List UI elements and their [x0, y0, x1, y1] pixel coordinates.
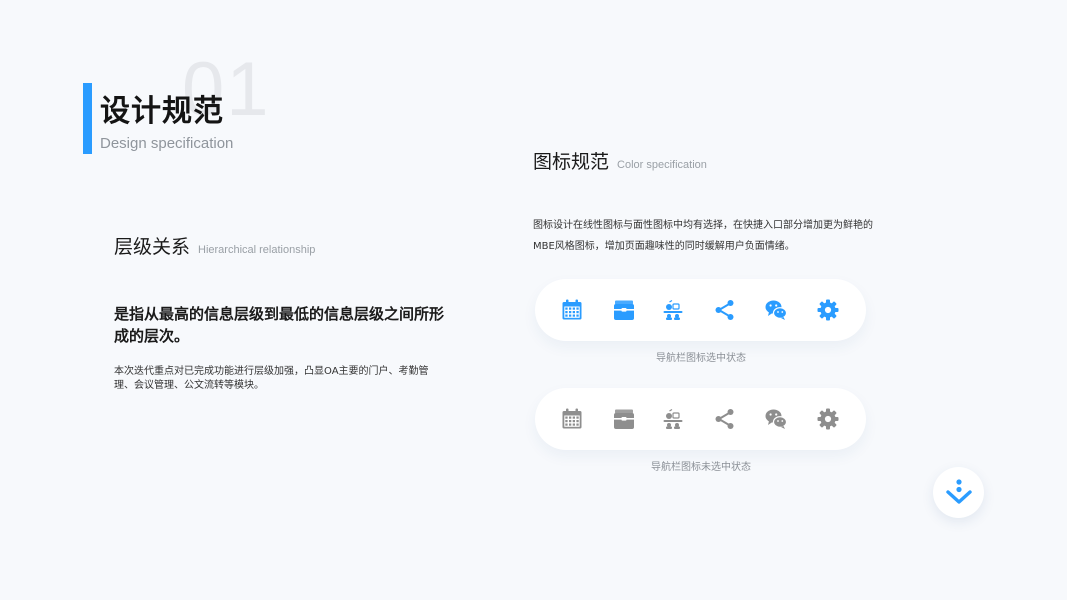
hierarchy-title-en: Hierarchical relationship [198, 244, 316, 256]
scroll-down-button[interactable] [933, 467, 984, 518]
icon-spec-title: 图标规范 [533, 151, 610, 173]
nav-icon-bar-active [535, 279, 866, 341]
gear-icon[interactable] [817, 299, 839, 321]
calendar-icon[interactable] [561, 299, 583, 321]
icon-spec-title-en: Color specification [617, 159, 707, 171]
icon-spec-body: 图标设计在线性图标与面性图标中均有选择，在快捷入口部分增加更为鲜艳的MBE风格图… [533, 220, 873, 252]
hierarchy-body: 本次迭代重点对已完成功能进行层级加强，凸显OA主要的门户、考勤管理、会议管理、公… [114, 366, 429, 391]
icon-spec-heading: 图标规范 Color specification [533, 147, 707, 174]
briefcase-icon[interactable] [613, 299, 635, 321]
nav-active-label: 导航栏图标选中状态 [656, 353, 746, 364]
arrow-down-icon [946, 479, 972, 504]
nav-icon-bar-inactive [535, 388, 866, 450]
meeting-icon[interactable] [662, 408, 684, 430]
page-title: 设计规范 [100, 94, 224, 129]
meeting-icon[interactable] [662, 299, 684, 321]
nav-inactive-label: 导航栏图标未选中状态 [651, 462, 751, 473]
gear-icon[interactable] [817, 408, 839, 430]
hierarchy-title: 层级关系 [114, 236, 191, 258]
wechat-icon[interactable] [765, 408, 787, 430]
hierarchy-heading: 层级关系 Hierarchical relationship [114, 232, 315, 259]
share-icon[interactable] [714, 299, 736, 321]
calendar-icon[interactable] [561, 408, 583, 430]
share-icon[interactable] [714, 408, 736, 430]
hierarchy-lead: 是指从最高的信息层级到最低的信息层级之间所形成的层次。 [114, 305, 445, 345]
page-subtitle: Design specification [100, 135, 234, 152]
briefcase-icon[interactable] [613, 408, 635, 430]
wechat-icon[interactable] [765, 299, 787, 321]
title-accent-bar [83, 83, 92, 154]
